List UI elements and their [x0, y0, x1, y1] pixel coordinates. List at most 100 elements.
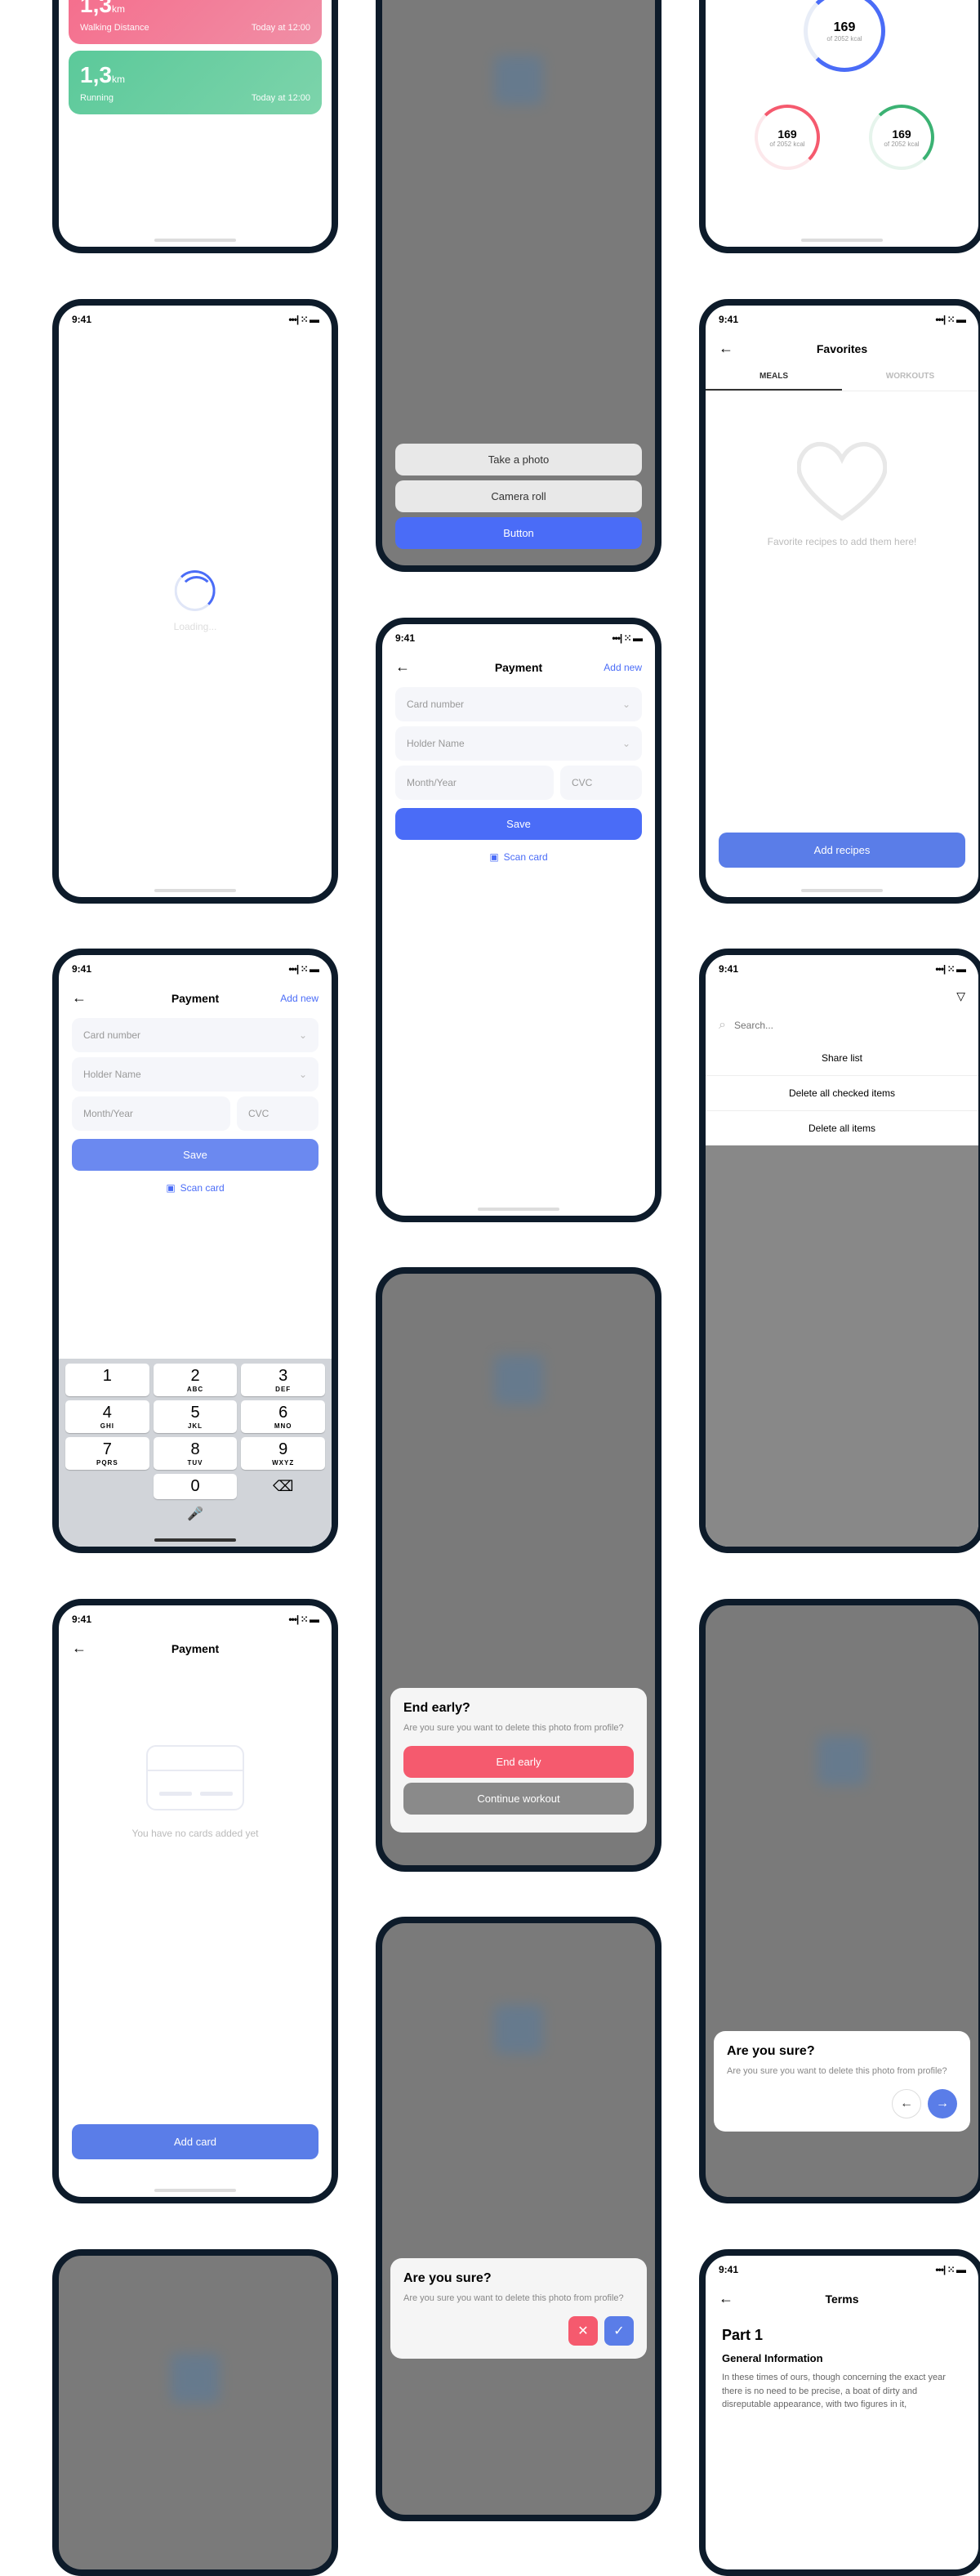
chevron-down-icon: ⌄	[299, 1069, 307, 1080]
confirm-sheet: Are you sure? Are you sure you want to d…	[390, 2258, 647, 2359]
delete-checked-item[interactable]: Delete all checked items	[706, 1076, 978, 1111]
status-bar: 9:41•••| ⁙ ▬	[706, 955, 978, 983]
activity-cards-screen: 1,3km Walking DistanceToday at 12:00 1,3…	[52, 0, 338, 253]
walk-unit: km	[112, 3, 125, 15]
header: ▽	[706, 983, 978, 1010]
avatar	[817, 1736, 866, 1785]
delete-all-item[interactable]: Delete all items	[706, 1111, 978, 1145]
save-button[interactable]: Save	[72, 1139, 318, 1171]
home-indicator	[801, 889, 883, 892]
key-8[interactable]: 8TUV	[154, 1437, 238, 1470]
payment-form-screen: 9:41•••| ⁙ ▬ ← Payment Add new Card numb…	[376, 618, 662, 1222]
header: ← Favorites	[706, 333, 978, 364]
walking-card[interactable]: 1,3km Walking DistanceToday at 12:00	[69, 0, 322, 44]
tab-workouts[interactable]: WORKOUTS	[842, 364, 978, 391]
status-bar: 9:41•••| ⁙ ▬	[59, 955, 332, 983]
action-button[interactable]: Button	[395, 517, 642, 549]
key-0[interactable]: 0	[154, 1474, 238, 1499]
favorites-screen: 9:41•••| ⁙ ▬ ← Favorites MEALS WORKOUTS …	[699, 299, 980, 904]
end-early-sheet: End early? Are you sure you want to dele…	[390, 1688, 647, 1833]
share-list-item[interactable]: Share list	[706, 1041, 978, 1076]
continue-workout-button[interactable]: Continue workout	[403, 1783, 634, 1815]
scan-card-link[interactable]: ▣Scan card	[382, 851, 655, 863]
cvc-input[interactable]: CVC	[560, 766, 642, 800]
heart-icon	[797, 440, 887, 522]
holder-name-input[interactable]: Holder Name⌄	[72, 1057, 318, 1092]
loading-indicator: Loading...	[174, 570, 217, 632]
key-delete[interactable]: ⌫	[241, 1474, 325, 1499]
month-year-input[interactable]: Month/Year	[395, 766, 554, 800]
back-button[interactable]: ←	[892, 2089, 921, 2118]
close-icon: ✕	[577, 2323, 588, 2339]
key-1[interactable]: 1	[65, 1364, 149, 1396]
filter-icon[interactable]: ▽	[956, 989, 965, 1003]
card-number-input[interactable]: Card number⌄	[395, 687, 642, 721]
terms-subheading: General Information	[722, 2352, 962, 2364]
camera-roll-button[interactable]: Camera roll	[395, 480, 642, 512]
save-button[interactable]: Save	[395, 808, 642, 840]
add-recipes-button[interactable]: Add recipes	[719, 833, 965, 868]
forward-button[interactable]: →	[928, 2089, 957, 2118]
end-early-button[interactable]: End early	[403, 1746, 634, 1778]
avatar	[171, 2354, 220, 2403]
run-label: Running	[80, 93, 114, 103]
status-bar: 9:41•••| ⁙ ▬	[706, 306, 978, 333]
search-input[interactable]	[734, 1020, 965, 1031]
home-indicator	[154, 2189, 236, 2192]
mic-icon[interactable]: 🎤	[62, 1506, 328, 1522]
back-icon[interactable]: ←	[72, 989, 87, 1007]
chevron-down-icon: ⌄	[299, 1029, 307, 1041]
card-number-input[interactable]: Card number⌄	[72, 1018, 318, 1052]
terms-screen: 9:41•••| ⁙ ▬ ← Terms Part 1 General Info…	[699, 2249, 980, 2576]
month-year-input[interactable]: Month/Year	[72, 1096, 230, 1131]
confirm-icons-screen: Are you sure? Are you sure you want to d…	[376, 1917, 662, 2521]
run-value: 1,3	[80, 62, 112, 87]
run-unit: km	[112, 74, 125, 85]
loading-text: Loading...	[174, 621, 217, 632]
status-bar: 9:41•••| ⁙ ▬	[59, 306, 332, 333]
tab-meals[interactable]: MEALS	[706, 364, 842, 391]
holder-name-input[interactable]: Holder Name⌄	[395, 726, 642, 761]
add-new-link[interactable]: Add new	[280, 993, 318, 1004]
key-6[interactable]: 6MNO	[241, 1400, 325, 1433]
add-new-link[interactable]: Add new	[604, 662, 642, 673]
right-ring-sub: of 2052 kcal	[884, 141, 919, 148]
header: ← Payment Add new	[59, 983, 332, 1013]
empty-state: You have no cards added yet	[59, 1663, 332, 1890]
walk-time: Today at 12:00	[252, 23, 310, 33]
avatar	[494, 1355, 543, 1404]
key-5[interactable]: 5JKL	[154, 1400, 238, 1433]
empty-text: Favorite recipes to add them here!	[768, 535, 917, 549]
chevron-down-icon: ⌄	[622, 738, 630, 749]
key-7[interactable]: 7PQRS	[65, 1437, 149, 1470]
add-card-button[interactable]: Add card	[72, 2124, 318, 2159]
status-bar: 9:41•••| ⁙ ▬	[382, 624, 655, 652]
header: ← Payment Add new	[382, 652, 655, 682]
page-title: Payment	[59, 1642, 332, 1655]
back-icon[interactable]: ←	[72, 1640, 87, 1657]
back-icon[interactable]: ←	[719, 340, 733, 357]
avatar	[494, 2005, 543, 2054]
scan-icon: ▣	[166, 1182, 175, 1194]
key-3[interactable]: 3DEF	[241, 1364, 325, 1396]
key-4[interactable]: 4GHI	[65, 1400, 149, 1433]
right-ring: 169 of 2052 kcal	[869, 105, 934, 170]
search-row: ⌕	[706, 1010, 978, 1041]
back-icon[interactable]: ←	[395, 659, 410, 676]
dimmed-area	[706, 1145, 978, 1553]
key-9[interactable]: 9WXYZ	[241, 1437, 325, 1470]
key-2[interactable]: 2ABC	[154, 1364, 238, 1396]
confirm-arrows-screen: Are you sure? Are you sure you want to d…	[699, 1599, 980, 2203]
check-icon: ✓	[613, 2323, 624, 2339]
arrow-right-icon: →	[936, 2096, 949, 2111]
take-photo-button[interactable]: Take a photo	[395, 444, 642, 475]
home-indicator	[478, 1208, 559, 1211]
running-card[interactable]: 1,3km RunningToday at 12:00	[69, 51, 322, 114]
left-ring-sub: of 2052 kcal	[769, 141, 804, 148]
numeric-keypad: 1 2ABC 3DEF 4GHI 5JKL 6MNO 7PQRS 8TUV 9W…	[59, 1359, 332, 1547]
chevron-down-icon: ⌄	[622, 699, 630, 710]
cvc-input[interactable]: CVC	[237, 1096, 318, 1131]
header: ← Terms	[706, 2284, 978, 2314]
scan-card-link[interactable]: ▣Scan card	[59, 1182, 332, 1194]
back-icon[interactable]: ←	[719, 2290, 733, 2307]
